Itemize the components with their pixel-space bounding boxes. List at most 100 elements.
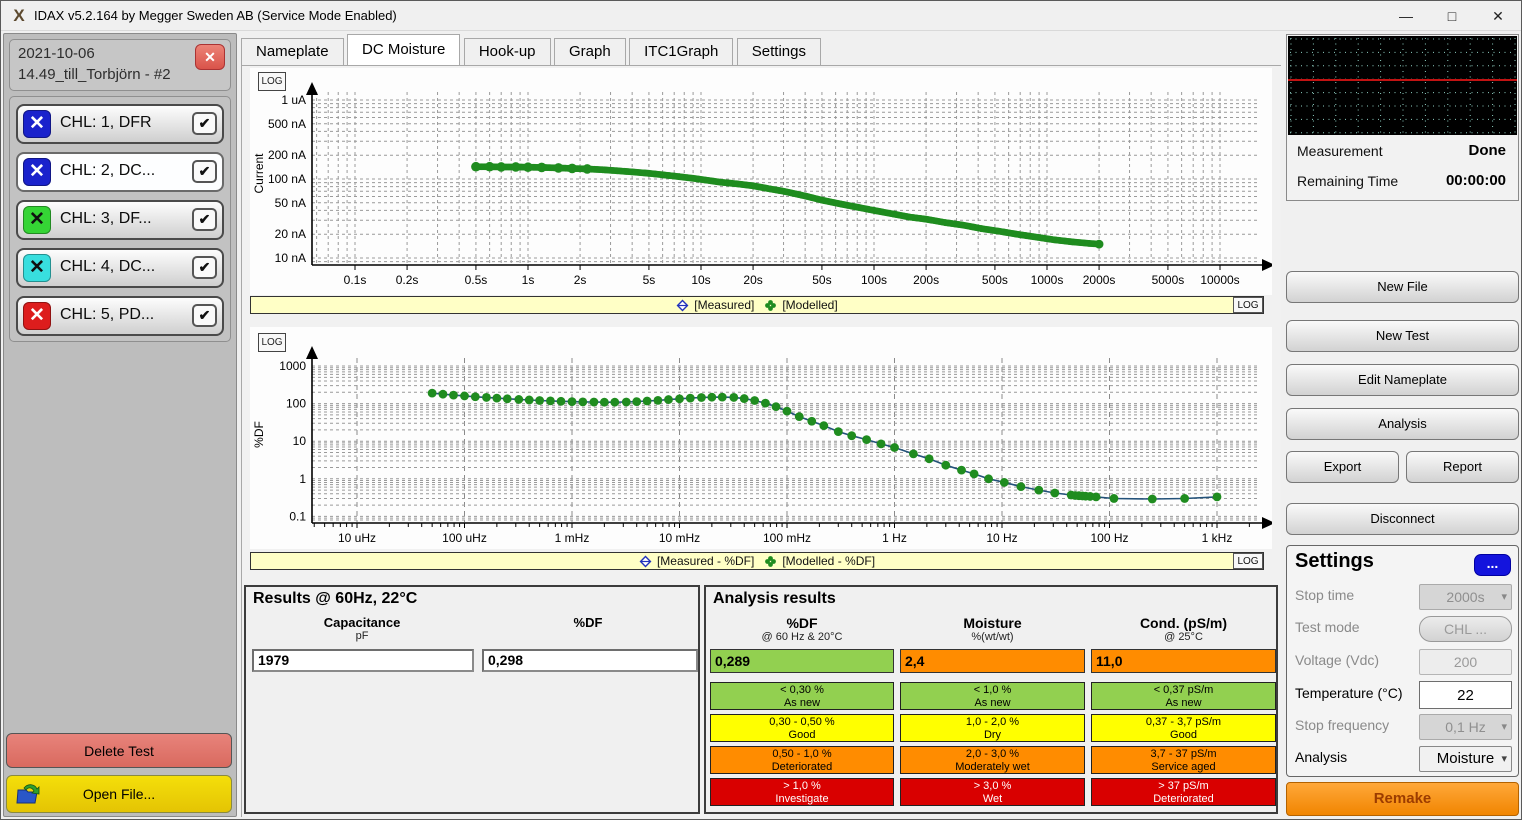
svg-text:10 nA: 10 nA [275, 251, 306, 265]
modelled-df-legend-label: [Modelled - %DF] [782, 554, 875, 568]
current-chart-panel: LOG 0.1s0.2s0.5s1s2s5s10s20s50s100s200s5… [250, 68, 1272, 295]
moisture-scale-as-new: < 1,0 % As new [900, 682, 1085, 710]
channel-4-checkbox[interactable]: ✔ [192, 256, 217, 279]
capacitance-header: Capacitance [252, 615, 472, 630]
disconnect-button[interactable]: Disconnect [1286, 503, 1519, 535]
remake-button[interactable]: Remake [1286, 782, 1519, 816]
dc-moisture-page: LOG 0.1s0.2s0.5s1s2s5s10s20s50s100s200s5… [241, 65, 1281, 817]
cond-scale-as-new: < 0,37 pS/m As new [1091, 682, 1276, 710]
svg-text:10: 10 [293, 434, 307, 448]
svg-text:1 Hz: 1 Hz [882, 531, 907, 545]
channel-row-2[interactable]: ✕ CHL: 2, DC... ✔ [16, 152, 224, 192]
measured-marker-icon [676, 299, 689, 312]
analysis-df-subtitle: @ 60 Hz & 20°C [710, 631, 894, 643]
scale-range: > 3,0 % [901, 780, 1084, 793]
log-toggle-current-x[interactable]: LOG [1233, 297, 1263, 313]
tab-nameplate[interactable]: Nameplate [241, 38, 344, 65]
stop-frequency-value: 0,1 Hz [1445, 719, 1485, 735]
delete-test-button[interactable]: Delete Test [6, 733, 232, 768]
df-scale-deteriorated: 0,50 - 1,0 % Deteriorated [710, 746, 894, 774]
channel-2-x-icon: ✕ [23, 158, 51, 186]
test-date: 2021-10-06 [18, 45, 95, 62]
tabbar: Nameplate DC Moisture Hook-up Graph ITC1… [241, 35, 1281, 65]
chevron-down-icon: ▾ [1501, 585, 1507, 609]
analysis-button[interactable]: Analysis [1286, 408, 1519, 440]
modelled-marker-icon [764, 299, 777, 312]
scale-range: 0,30 - 0,50 % [711, 716, 893, 729]
analysis-moisture-subtitle: %(wt/wt) [900, 631, 1085, 643]
maximize-button[interactable]: □ [1429, 1, 1475, 31]
channel-5-x-icon: ✕ [23, 302, 51, 330]
results-groupbox: Results @ 60Hz, 22°C Capacitance pF %DF … [244, 585, 700, 814]
minimize-button[interactable]: — [1383, 1, 1429, 31]
svg-text:100 Hz: 100 Hz [1090, 531, 1128, 545]
settings-title: Settings [1295, 550, 1374, 573]
channel-3-checkbox[interactable]: ✔ [192, 208, 217, 231]
svg-text:100 mHz: 100 mHz [763, 531, 811, 545]
channel-5-checkbox[interactable]: ✔ [192, 304, 217, 327]
open-file-button[interactable]: Open File... [6, 775, 232, 813]
svg-text:200 nA: 200 nA [268, 148, 306, 162]
channel-row-4[interactable]: ✕ CHL: 4, DC... ✔ [16, 248, 224, 288]
stop-time-value: 2000s [1446, 589, 1484, 605]
scale-range: > 1,0 % [711, 780, 893, 793]
channel-row-1[interactable]: ✕ CHL: 1, DFR ✔ [16, 104, 224, 144]
sidebar: 2021-10-06 14.49_till_Torbjörn - #2 ✕ ✕ … [3, 33, 237, 817]
channel-2-checkbox[interactable]: ✔ [192, 160, 217, 183]
svg-text:100: 100 [286, 397, 306, 411]
new-file-button[interactable]: New File [1286, 271, 1519, 303]
edit-nameplate-button[interactable]: Edit Nameplate [1286, 364, 1519, 396]
close-test-button[interactable]: ✕ [195, 44, 225, 70]
channel-row-5[interactable]: ✕ CHL: 5, PD... ✔ [16, 296, 224, 336]
svg-text:1000: 1000 [279, 359, 306, 373]
log-toggle-current-y[interactable]: LOG [258, 72, 286, 91]
svg-text:10 mHz: 10 mHz [659, 531, 700, 545]
channel-1-checkbox[interactable]: ✔ [192, 112, 217, 135]
tab-hook-up[interactable]: Hook-up [464, 38, 551, 65]
settings-more-button[interactable]: ... [1474, 554, 1511, 576]
svg-text:10 uHz: 10 uHz [338, 531, 376, 545]
channel-1-label: CHL: 1, DFR [60, 114, 152, 132]
scale-label: Wet [901, 793, 1084, 806]
scale-range: < 0,30 % [711, 684, 893, 697]
analysis-mode-select[interactable]: Moisture ▾ [1419, 746, 1512, 772]
report-button[interactable]: Report [1406, 451, 1519, 483]
analysis-mode-label: Analysis [1295, 749, 1347, 765]
tab-dc-moisture[interactable]: DC Moisture [347, 34, 460, 65]
svg-text:1 uA: 1 uA [281, 93, 306, 107]
log-toggle-df-x[interactable]: LOG [1233, 553, 1263, 569]
test-mode-label: Test mode [1295, 619, 1360, 635]
svg-text:Current: Current [252, 153, 266, 194]
tab-itc1graph[interactable]: ITC1Graph [629, 38, 733, 65]
channel-1-x-icon: ✕ [23, 110, 51, 138]
chevron-down-icon: ▾ [1501, 715, 1507, 739]
chevron-down-icon: ▾ [1501, 747, 1507, 771]
window-title: IDAX v5.2.164 by Megger Sweden AB (Servi… [34, 8, 397, 23]
df-vs-frequency-chart: 10 uHz100 uHz1 mHz10 mHz100 mHz1 Hz10 Hz… [250, 327, 1272, 549]
tab-settings[interactable]: Settings [737, 38, 821, 65]
open-file-icon [16, 783, 40, 820]
channel-4-label: CHL: 4, DC... [60, 258, 155, 276]
svg-text:1: 1 [299, 472, 306, 486]
close-button[interactable]: ✕ [1475, 1, 1521, 31]
channel-row-3[interactable]: ✕ CHL: 3, DF... ✔ [16, 200, 224, 240]
channel-4-x-icon: ✕ [23, 254, 51, 282]
svg-text:50 nA: 50 nA [275, 196, 306, 210]
svg-text:0.1s: 0.1s [344, 273, 367, 287]
log-toggle-df-y[interactable]: LOG [258, 333, 286, 352]
titlebar: X IDAX v5.2.164 by Megger Sweden AB (Ser… [1, 1, 1521, 31]
scale-label: As new [1092, 697, 1275, 710]
analysis-moisture-value: 2,4 [900, 649, 1085, 673]
moisture-scale-wet: > 3,0 % Wet [900, 778, 1085, 806]
export-button[interactable]: Export [1286, 451, 1399, 483]
tab-graph[interactable]: Graph [554, 38, 626, 65]
cond-scale-service-aged: 3,7 - 37 pS/m Service aged [1091, 746, 1276, 774]
stop-time-select: 2000s ▾ [1419, 584, 1512, 610]
temperature-input[interactable] [1419, 681, 1512, 709]
scale-range: < 1,0 % [901, 684, 1084, 697]
new-test-button[interactable]: New Test [1286, 320, 1519, 352]
scale-label: Dry [901, 729, 1084, 742]
scale-label: As new [901, 697, 1084, 710]
df-scale-as-new: < 0,30 % As new [710, 682, 894, 710]
cond-scale-deteriorated: > 37 pS/m Deteriorated [1091, 778, 1276, 806]
